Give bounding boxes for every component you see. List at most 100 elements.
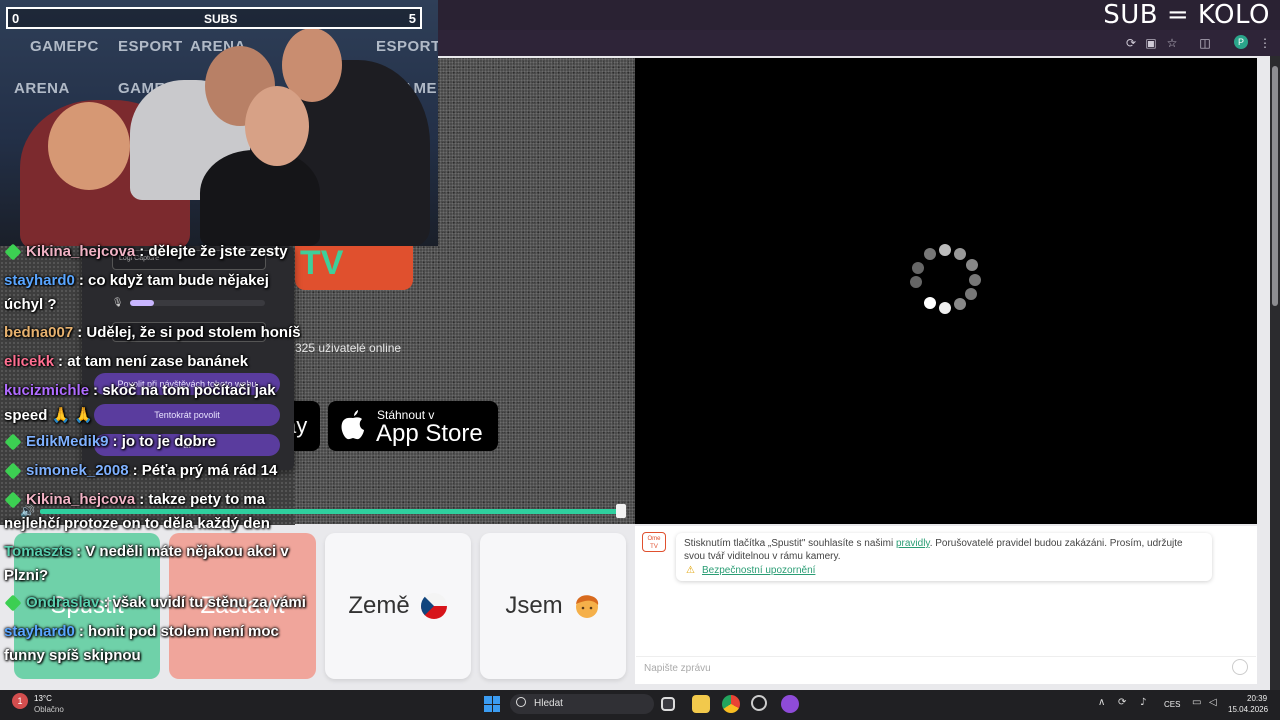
- online-count: 325 uživatelé online: [295, 341, 402, 355]
- czech-flag-icon: [420, 593, 447, 619]
- badge-diamond-icon: [4, 594, 22, 612]
- message-input[interactable]: Napište zprávu: [636, 656, 1256, 680]
- chat-username: simonek_2008: [26, 462, 129, 479]
- chat-text: : Udělej, že si pod stolem honíš: [77, 323, 301, 341]
- app-store-label: App Store: [376, 420, 483, 447]
- subs-count-left: 0: [12, 11, 20, 26]
- volume-slider-handle[interactable]: [616, 504, 626, 518]
- chrome-icon[interactable]: [722, 695, 740, 713]
- subs-label: SUBS: [204, 12, 238, 26]
- safety-warning-link[interactable]: Bezpečnostní upozornění: [702, 565, 815, 576]
- chat-text-continued: nejlehčí protoze on to děla každý den: [4, 515, 270, 532]
- banner-text: ARENA: [14, 80, 70, 97]
- boy-face-icon: [575, 595, 598, 618]
- site-logo-tv: TV: [300, 244, 344, 282]
- clock-date[interactable]: 15.04.2026: [1228, 705, 1268, 714]
- screen: ⟳ ▣ ☆ ◫ P ⋮ SUB = KOLO TV 325 uživatelé …: [0, 0, 1280, 720]
- chat-message: Tomaszts: V neděli máte nějakou akci v: [4, 543, 289, 560]
- chat-username: stayhard0: [4, 272, 75, 289]
- volume-slider-track[interactable]: [40, 509, 624, 514]
- translate-icon[interactable]: ⟳: [1122, 34, 1140, 52]
- network-icon[interactable]: ▭: [1192, 697, 1201, 708]
- banner-text: GAMEPC: [30, 38, 99, 55]
- chat-text-continued: funny spíš skipnou: [4, 647, 141, 664]
- chat-username: bedna007: [4, 323, 74, 341]
- microphone-tray-icon[interactable]: ♪: [1140, 697, 1146, 708]
- app-icon[interactable]: [781, 695, 799, 713]
- chat-text: : skoč na tom počítači jak: [93, 381, 276, 399]
- chat-text-continued: úchyl ?: [4, 296, 57, 313]
- sync-icon[interactable]: ⟳: [1118, 697, 1126, 708]
- badge-diamond-icon: [4, 462, 22, 480]
- emoji-icon[interactable]: [1232, 659, 1248, 675]
- chat-text: : takze pety to ma: [139, 491, 266, 508]
- chat-message: Ondraslav: však uvidí tu stěnu za vámi: [4, 594, 306, 612]
- badge-diamond-icon: [4, 433, 22, 451]
- chat-message: bedna007: Udělej, že si pod stolem honíš: [4, 324, 301, 341]
- notice-text-before: Stisknutím tlačítka „Spustit" souhlasíte…: [684, 538, 896, 549]
- chat-message: simonek_2008: Péťa prý má rád 14: [4, 462, 277, 480]
- chat-text-continued: speed 🙏 🙏: [4, 406, 94, 424]
- obs-icon[interactable]: [751, 695, 767, 711]
- apple-icon: [341, 410, 364, 440]
- profile-avatar[interactable]: P: [1234, 35, 1248, 49]
- extensions-icon[interactable]: ◫: [1196, 34, 1214, 52]
- person-1-head: [48, 102, 130, 190]
- clock-time[interactable]: 20:39: [1247, 694, 1267, 703]
- subs-counter-bar: 0 SUBS 5: [6, 7, 422, 29]
- chat-message: kucizmichle: skoč na tom počítači jak: [4, 382, 276, 399]
- chat-text: : honit pod stolem není moc: [78, 623, 279, 640]
- input-language[interactable]: CES: [1164, 700, 1180, 709]
- subs-count-right: 5: [408, 11, 416, 26]
- chat-text-continued: Plzni?: [4, 566, 49, 584]
- country-label: Země: [348, 592, 410, 619]
- chat-message: elicekk: at tam není zase banánek: [4, 353, 248, 370]
- windows-start-icon[interactable]: [484, 696, 500, 712]
- microphone-icon: 🎙: [112, 297, 124, 307]
- taskbar-search[interactable]: [510, 694, 654, 714]
- banner-text: ESPORT: [376, 38, 438, 55]
- person-4-head: [245, 86, 309, 166]
- chat-username: EdikMedik9: [26, 433, 109, 450]
- chat-text: : co když tam bude nějakej: [78, 272, 269, 289]
- weather-temperature[interactable]: 13°C: [34, 694, 52, 703]
- person-4: [200, 150, 320, 246]
- weather-icon[interactable]: 1: [12, 693, 28, 709]
- allow-once-button[interactable]: Tentokrát povolit: [94, 404, 280, 426]
- gender-filter-button[interactable]: Jsem: [480, 533, 626, 679]
- loading-spinner-icon: [910, 244, 981, 314]
- streamer-webcam: GAMEPC ESPORT ARENA ESPORT ARENA GAMEPC …: [0, 0, 438, 246]
- tray-overflow-icon[interactable]: ∧: [1098, 697, 1105, 708]
- chat-text: : jo to je dobre: [112, 433, 216, 450]
- stream-overlay-title: SUB = KOLO: [1103, 0, 1270, 30]
- badge-diamond-icon: [4, 491, 22, 509]
- chat-username: Kikina_hejcova: [26, 491, 136, 508]
- search-icon: [516, 697, 526, 707]
- chat-text: : V neděli máte nějakou akci v: [76, 542, 289, 560]
- bookmark-star-icon[interactable]: ☆: [1163, 34, 1181, 52]
- speaker-icon[interactable]: ◁: [1209, 697, 1217, 708]
- weather-description[interactable]: Oblačno: [34, 705, 64, 714]
- chat-message: stayhard0: co když tam bude nějakej: [4, 272, 269, 289]
- app-store-button[interactable]: Stáhnout v App Store: [328, 401, 498, 451]
- ome-tv-logo: Ome TV: [642, 532, 666, 552]
- badge-diamond-icon: [4, 243, 22, 261]
- chat-username: kucizmichle: [4, 381, 90, 399]
- chat-text: : dělejte že jste zesty: [139, 243, 288, 260]
- banner-text: ESPORT: [118, 38, 183, 55]
- more-menu-icon[interactable]: ⋮: [1256, 34, 1274, 52]
- mic-level-fill: [130, 300, 154, 306]
- cast-icon[interactable]: ▣: [1142, 34, 1160, 52]
- chat-username: stayhard0: [4, 623, 75, 640]
- gender-label: Jsem: [505, 592, 563, 619]
- file-explorer-icon[interactable]: [692, 695, 710, 713]
- chat-message: Kikina_hejcova: dělejte že jste zesty: [4, 243, 288, 261]
- rules-link[interactable]: pravidly: [896, 538, 930, 549]
- country-filter-button[interactable]: Země: [325, 533, 471, 679]
- chat-username: Ondraslav: [26, 594, 100, 611]
- chat-message: EdikMedik9: jo to je dobre: [4, 433, 216, 451]
- task-view-icon[interactable]: [661, 697, 675, 711]
- chat-text: : at tam není zase banánek: [58, 352, 249, 370]
- scrollbar-thumb[interactable]: [1272, 66, 1278, 306]
- warning-icon: ⚠: [686, 565, 695, 576]
